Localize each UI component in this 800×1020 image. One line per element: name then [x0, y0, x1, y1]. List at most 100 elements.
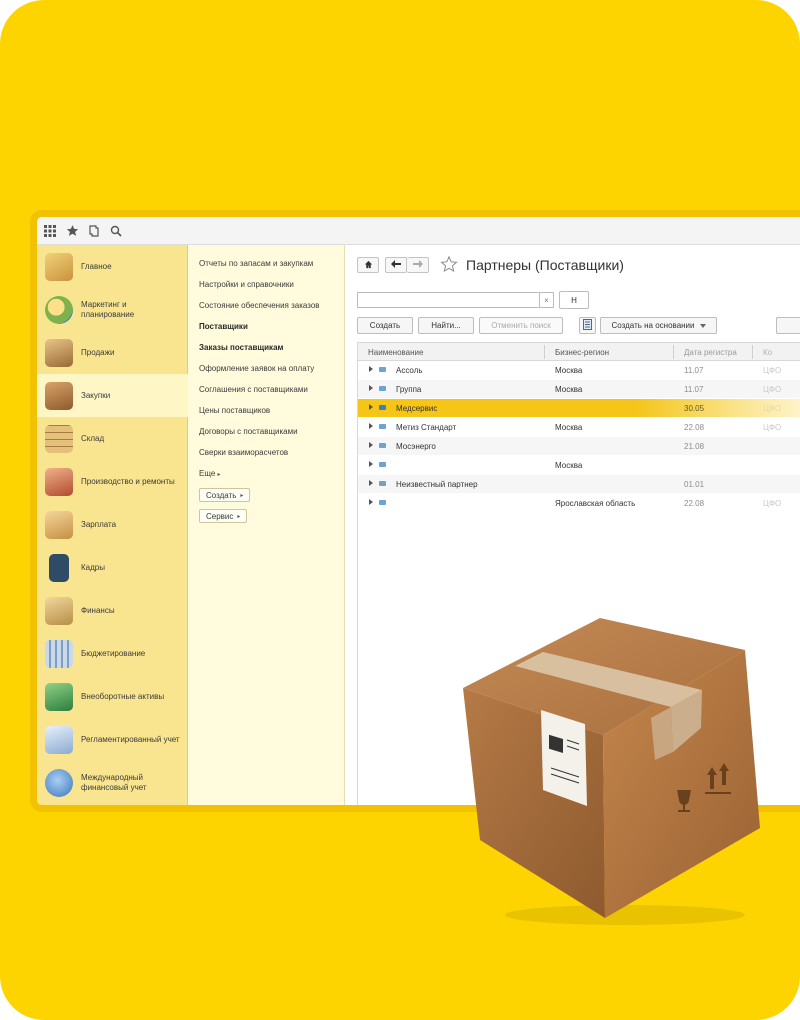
table-row[interactable]: Ярославская область 22.08 ЦФО: [358, 494, 800, 512]
function-suppliers[interactable]: Поставщики: [199, 322, 248, 331]
forward-button[interactable]: [407, 257, 429, 273]
function-supplier-orders[interactable]: Заказы поставщикам: [199, 343, 283, 352]
clear-search-button[interactable]: ×: [540, 292, 554, 308]
section-main[interactable]: Главное: [37, 245, 188, 288]
column-header-name[interactable]: Наименование: [368, 343, 423, 361]
section-label: Производство и ремонты: [81, 476, 175, 486]
warehouse-section-icon: [45, 424, 73, 453]
create-dropdown-button[interactable]: Создать ▸: [199, 488, 251, 502]
create-based-on-button[interactable]: Создать на основании: [600, 317, 717, 334]
expand-triangle-icon[interactable]: [369, 480, 373, 486]
top-toolbar: [37, 217, 800, 245]
triangle-right-icon: ▸: [237, 513, 241, 520]
more-link[interactable]: Еще ▸: [199, 469, 221, 478]
function-supplier-prices[interactable]: Цены поставщиков: [199, 406, 270, 415]
cell-region: Москва: [555, 384, 583, 394]
function-reconciliation[interactable]: Сверки взаиморасчетов: [199, 448, 288, 457]
expand-triangle-icon[interactable]: [369, 366, 373, 372]
cell-name: Мосэнерго: [396, 441, 436, 451]
column-header-region[interactable]: Бизнес-регион: [555, 343, 609, 361]
section-label: Регламентированный учет: [81, 734, 180, 744]
section-label: Продажи: [81, 347, 115, 357]
function-supplier-agreements[interactable]: Соглашения с поставщиками: [199, 385, 308, 394]
column-divider: [673, 345, 674, 359]
salary-section-icon: [45, 510, 73, 539]
section-marketing[interactable]: Маркетинг и планирование: [37, 288, 188, 331]
apps-grid-icon[interactable]: [43, 224, 57, 238]
sections-panel: Главное Маркетинг и планирование Продажи…: [37, 245, 188, 805]
partner-icon: [379, 481, 386, 486]
function-settings[interactable]: Настройки и справочники: [199, 280, 294, 289]
service-dropdown-button[interactable]: Сервис ▸: [199, 509, 248, 523]
table-row[interactable]: Метиз Стандарт Москва 22.08 ЦФО: [358, 418, 800, 436]
triangle-right-icon: ▸: [240, 492, 244, 499]
table-row[interactable]: Ассоль Москва 11.07 ЦФО: [358, 361, 800, 379]
cell-code: ЦФО: [763, 498, 782, 508]
expand-triangle-icon[interactable]: [369, 423, 373, 429]
column-header-date[interactable]: Дата регистра: [684, 343, 737, 361]
expand-triangle-icon[interactable]: [369, 385, 373, 391]
table-header: Наименование Бизнес-регион Дата регистра…: [358, 343, 800, 361]
purchases-section-icon: [45, 381, 73, 410]
section-budgeting[interactable]: Бюджетирование: [37, 632, 188, 675]
column-header-code[interactable]: Ко: [763, 343, 772, 361]
table-row[interactable]: Группа Москва 11.07 ЦФО: [358, 380, 800, 398]
history-icon[interactable]: [87, 224, 101, 238]
table-row[interactable]: Неизвестный партнер 01.01: [358, 475, 800, 493]
cell-name: Метиз Стандарт: [396, 422, 457, 432]
cell-date: 01.01: [684, 479, 705, 489]
international-finance-section-icon: [45, 768, 73, 797]
function-inventory-reports[interactable]: Отчеты по запасам и закупкам: [199, 259, 313, 268]
hr-section-icon: [49, 553, 69, 582]
favorites-star-icon[interactable]: [65, 224, 79, 238]
find-button[interactable]: Найти...: [418, 317, 474, 334]
cell-date: 11.07: [684, 384, 704, 394]
section-fixed-assets[interactable]: Внеоборотные активы: [37, 675, 188, 718]
table-row[interactable]: Мосэнерго 21.08: [358, 437, 800, 455]
shipping-label-icon: [541, 710, 587, 806]
report-icon: [583, 317, 592, 335]
cancel-search-button[interactable]: Отменить поиск: [479, 317, 563, 334]
section-salary[interactable]: Зарплата: [37, 503, 188, 546]
home-button[interactable]: [357, 257, 379, 273]
cell-name: Ассоль: [396, 365, 423, 375]
section-purchases[interactable]: Закупки: [37, 374, 188, 417]
section-international-finance[interactable]: Международный финансовый учет: [37, 761, 188, 804]
partner-icon: [379, 367, 386, 372]
section-sales[interactable]: Продажи: [37, 331, 188, 374]
section-label: Склад: [81, 433, 105, 443]
section-regulated-accounting[interactable]: Регламентированный учет: [37, 718, 188, 761]
function-order-status[interactable]: Состояние обеспечения заказов: [199, 301, 320, 310]
section-production[interactable]: Производство и ремонты: [37, 460, 188, 503]
cell-date: 22.08: [684, 498, 705, 508]
section-warehouse[interactable]: Склад: [37, 417, 188, 460]
search-input[interactable]: [357, 292, 540, 308]
form-title: Партнеры (Поставщики): [466, 257, 624, 273]
function-payment-requests[interactable]: Оформление заявок на оплату: [199, 364, 314, 373]
finance-section-icon: [45, 596, 73, 625]
favorite-star-icon[interactable]: [440, 255, 458, 273]
table-row[interactable]: Москва: [358, 456, 800, 474]
expand-triangle-icon[interactable]: [369, 499, 373, 505]
column-divider: [752, 345, 753, 359]
more-actions-button[interactable]: [776, 317, 800, 334]
expand-triangle-icon[interactable]: [369, 404, 373, 410]
table-row-selected[interactable]: Медсервис 30.05 ЦФО: [358, 399, 800, 417]
back-button[interactable]: [385, 257, 407, 273]
section-hr[interactable]: Кадры: [37, 546, 188, 589]
section-label: Главное: [81, 261, 112, 271]
section-label: Бюджетирование: [81, 648, 146, 658]
search-icon[interactable]: [109, 224, 123, 238]
h-button[interactable]: Н: [559, 291, 589, 309]
expand-triangle-icon[interactable]: [369, 461, 373, 467]
expand-triangle-icon[interactable]: [369, 442, 373, 448]
cell-region: Москва: [555, 422, 583, 432]
cell-date: 21.08: [684, 441, 705, 451]
partner-icon: [379, 405, 386, 410]
function-supplier-contracts[interactable]: Договоры с поставщиками: [199, 427, 298, 436]
report-button[interactable]: [579, 317, 596, 334]
section-finance[interactable]: Финансы: [37, 589, 188, 632]
cell-code: ЦФО: [763, 422, 782, 432]
section-label: Международный финансовый учет: [81, 772, 147, 792]
create-button[interactable]: Создать: [357, 317, 413, 334]
